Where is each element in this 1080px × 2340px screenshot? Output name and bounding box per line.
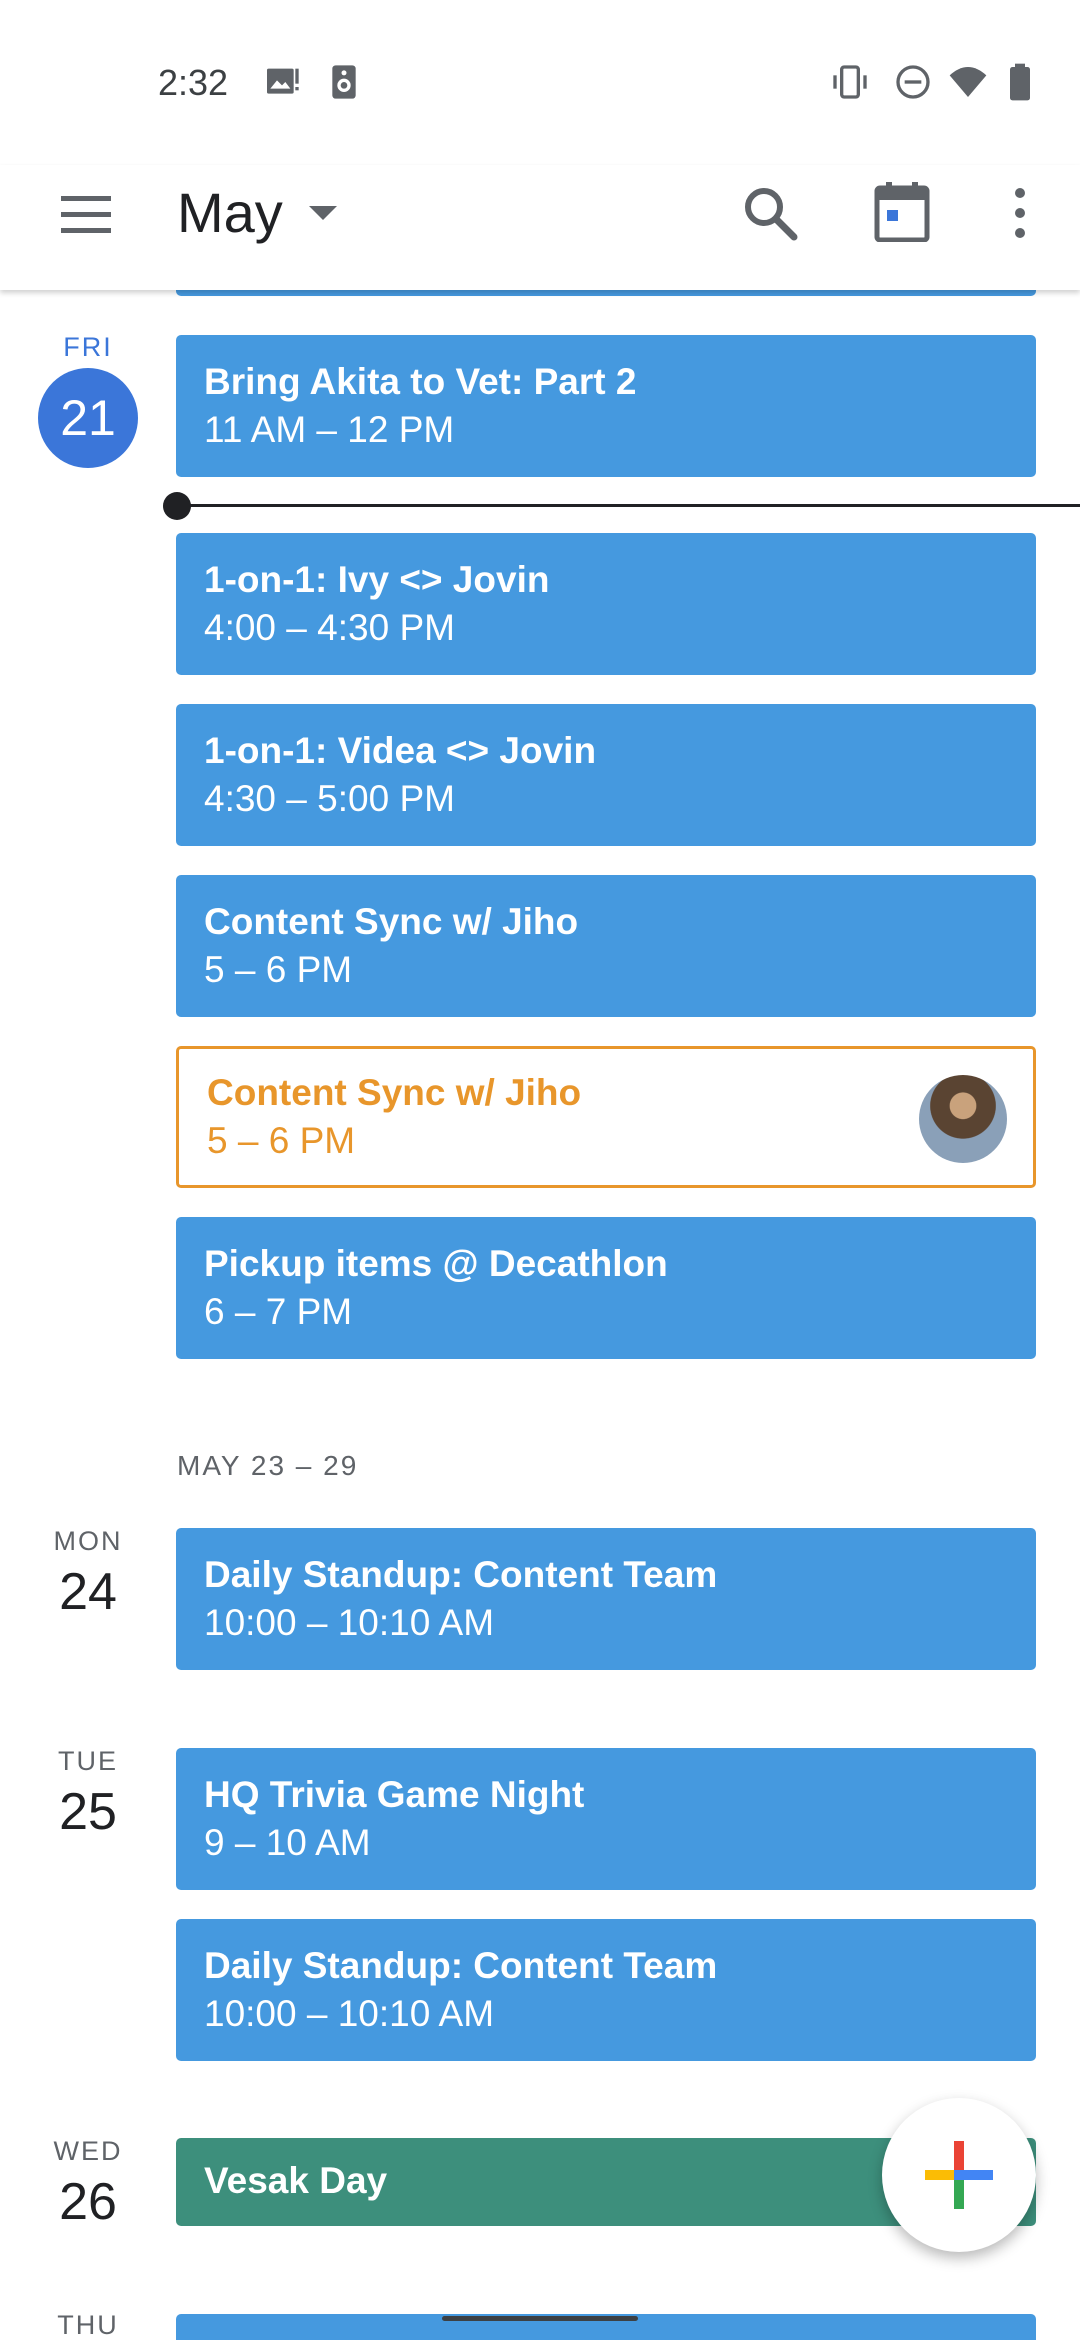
day-of-week-label: TUE <box>58 1746 118 1776</box>
status-time: 2:32 <box>158 62 229 103</box>
do-not-disturb-icon <box>896 65 930 99</box>
day-of-week-label: FRI <box>63 332 113 362</box>
event-time: 6 – 7 PM <box>204 1291 353 1332</box>
event-title: Daily Standup: Content Team <box>204 1945 718 1986</box>
event-card[interactable]: Content Sync w/ Jiho 5 – 6 PM <box>176 875 1036 1017</box>
more-vert-icon[interactable] <box>1010 185 1030 241</box>
menu-icon[interactable] <box>58 190 114 240</box>
image-notification-icon <box>267 68 299 94</box>
create-event-button[interactable] <box>882 2098 1036 2252</box>
add-icon <box>925 2141 993 2209</box>
event-time: 4:30 – 5:00 PM <box>204 778 455 819</box>
month-title: May <box>177 181 283 244</box>
event-card[interactable]: Bring Akita to Vet: Part 2 11 AM – 12 PM <box>176 335 1036 477</box>
dropdown-arrow-icon <box>308 205 337 220</box>
event-title: Content Sync w/ Jiho <box>204 901 579 942</box>
battery-icon <box>1010 63 1030 101</box>
day-of-week-label: MON <box>53 1526 123 1556</box>
event-card[interactable]: 1-on-1: Videa <> Jovin 4:30 – 5:00 PM <box>176 704 1036 846</box>
event-card-partial[interactable] <box>176 290 1036 296</box>
event-title: Content Sync w/ Jiho <box>207 1072 582 1113</box>
day-number[interactable]: 24 <box>0 1562 176 1622</box>
event-title: Daily Standup: Content Team <box>204 1554 718 1595</box>
current-time-line <box>176 504 1080 507</box>
event-time: 5 – 6 PM <box>207 1120 356 1161</box>
event-card[interactable]: Pickup items @ Decathlon 6 – 7 PM <box>176 1217 1036 1359</box>
speaker-icon <box>332 65 356 99</box>
current-time-dot <box>163 492 191 520</box>
month-selector[interactable]: May <box>177 180 337 245</box>
status-bar: 2:32 <box>0 0 1080 165</box>
event-time: 5 – 6 PM <box>204 949 353 990</box>
event-time: 10:00 – 10:10 AM <box>204 1993 495 2034</box>
today-date-badge[interactable]: 21 <box>38 368 138 468</box>
week-range-header: MAY 23 – 29 <box>177 1450 359 1481</box>
day-of-week-label: THU <box>57 2310 119 2340</box>
event-time: 10:00 – 10:10 AM <box>204 1602 495 1643</box>
day-of-week-label: WED <box>53 2136 123 2166</box>
event-card[interactable]: HQ Trivia Game Night 9 – 10 AM <box>176 1748 1036 1890</box>
event-card-pending[interactable]: Content Sync w/ Jiho 5 – 6 PM <box>176 1046 1036 1188</box>
event-time: 9 – 10 AM <box>204 1822 371 1863</box>
today-calendar-icon[interactable] <box>874 180 930 242</box>
event-title: Pickup items @ Decathlon <box>204 1243 668 1284</box>
event-title: Bring Akita to Vet: Part 2 <box>204 361 637 402</box>
event-title: HQ Trivia Game Night <box>204 1774 585 1815</box>
event-time: 11 AM – 12 PM <box>204 409 455 450</box>
day-number[interactable]: 25 <box>0 1782 176 1842</box>
event-title: 1-on-1: Ivy <> Jovin <box>204 559 550 600</box>
schedule-list[interactable]: FRI 21 Bring Akita to Vet: Part 2 11 AM … <box>0 290 1080 2340</box>
day-number[interactable]: 26 <box>0 2172 176 2232</box>
event-title: 1-on-1: Videa <> Jovin <box>204 730 597 771</box>
wifi-icon <box>949 67 987 97</box>
avatar <box>919 1075 1007 1163</box>
search-icon[interactable] <box>740 183 800 243</box>
event-card[interactable]: Daily Standup: Content Team 10:00 – 10:1… <box>176 1528 1036 1670</box>
event-card[interactable]: 1-on-1: Ivy <> Jovin 4:00 – 4:30 PM <box>176 533 1036 675</box>
event-time: 4:00 – 4:30 PM <box>204 607 455 648</box>
event-card[interactable]: Daily Standup: Content Team 10:00 – 10:1… <box>176 1919 1036 2061</box>
gesture-navigation-bar[interactable] <box>442 2316 638 2321</box>
vibrate-icon <box>833 65 867 99</box>
